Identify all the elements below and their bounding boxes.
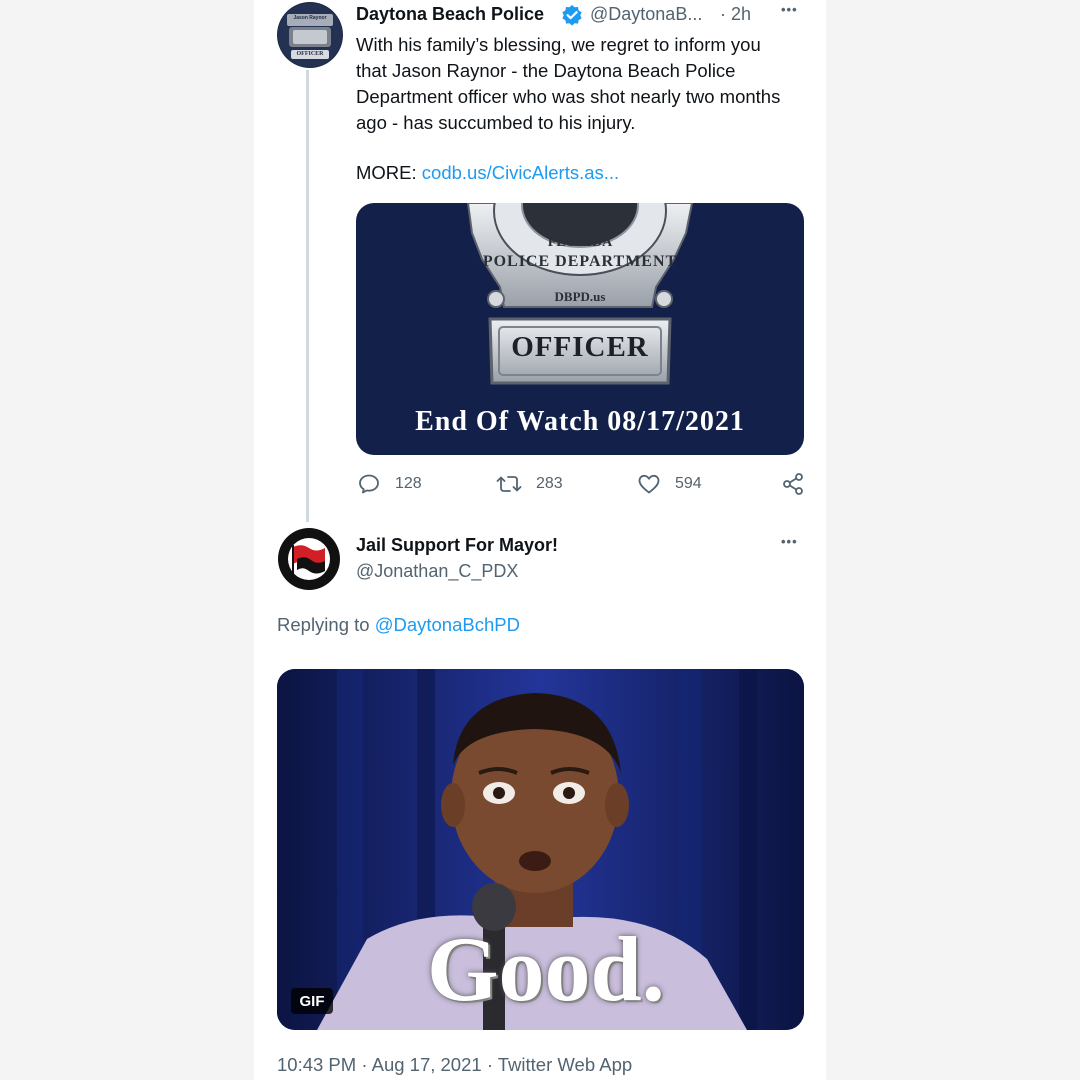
retweet-count: 283	[536, 475, 563, 492]
police-avatar[interactable]: Jason Raynor OFFICER	[277, 2, 343, 68]
reply-button[interactable]: 128	[357, 472, 422, 496]
avatar-officer-text: OFFICER	[296, 51, 324, 57]
badge-state-text: FLORIDA	[547, 235, 613, 250]
tweet-text: With his family’s blessing, we regret to…	[356, 34, 781, 133]
retweet-button[interactable]: 283	[496, 472, 563, 496]
avatar-name-text: Jason Raynor	[293, 15, 327, 21]
verified-badge-icon	[561, 4, 583, 26]
like-button[interactable]: 594	[637, 472, 702, 496]
antifa-flag-logo-icon	[278, 528, 340, 590]
badge-officer-plate: OFFICER	[511, 331, 649, 363]
author-name[interactable]: Daytona Beach Police	[356, 4, 544, 25]
reply-count: 128	[395, 475, 422, 492]
replying-prefix: Replying to	[277, 614, 370, 635]
more-options-icon[interactable]: •••	[781, 2, 798, 17]
like-count: 594	[675, 475, 702, 492]
replying-to-line: Replying to @DaytonaBchPD	[277, 614, 520, 636]
antifa-avatar[interactable]	[277, 527, 341, 591]
share-button[interactable]	[781, 472, 819, 496]
media-card-end-of-watch[interactable]: POLICE DEPARTMENT FLORIDA DBPD.us OFFICE…	[356, 203, 804, 455]
reply-more-options-icon[interactable]: •••	[781, 534, 798, 549]
gif-badge: GIF	[291, 988, 333, 1014]
thread-connector-line	[306, 70, 309, 522]
retweet-icon	[496, 476, 522, 492]
tweet-time[interactable]: · 2h	[720, 4, 751, 25]
more-link[interactable]: codb.us/CivicAlerts.as...	[422, 162, 619, 183]
badge-site-text: DBPD.us	[554, 289, 606, 304]
police-avatar-badge-icon	[278, 3, 342, 67]
reply-icon	[359, 474, 379, 494]
gif-caption-text: Good.	[427, 918, 665, 1020]
gif-media[interactable]: Good.	[277, 669, 804, 1030]
author-handle[interactable]: @DaytonaB...	[590, 4, 702, 25]
share-icon	[783, 473, 803, 495]
more-prefix: MORE:	[356, 162, 417, 183]
badge-ring-text: POLICE DEPARTMENT	[482, 253, 678, 270]
reply-author-name[interactable]: Jail Support For Mayor!	[356, 535, 558, 556]
end-of-watch-caption: End Of Watch 08/17/2021	[415, 406, 745, 437]
replying-handle-link[interactable]: @DaytonaBchPD	[375, 614, 520, 635]
like-icon	[638, 474, 660, 494]
reply-author-handle[interactable]: @Jonathan_C_PDX	[356, 561, 518, 582]
tweet-meta-timestamp[interactable]: 10:43 PM · Aug 17, 2021 · Twitter Web Ap…	[277, 1054, 632, 1076]
more-line: MORE: codb.us/CivicAlerts.as...	[356, 162, 619, 184]
